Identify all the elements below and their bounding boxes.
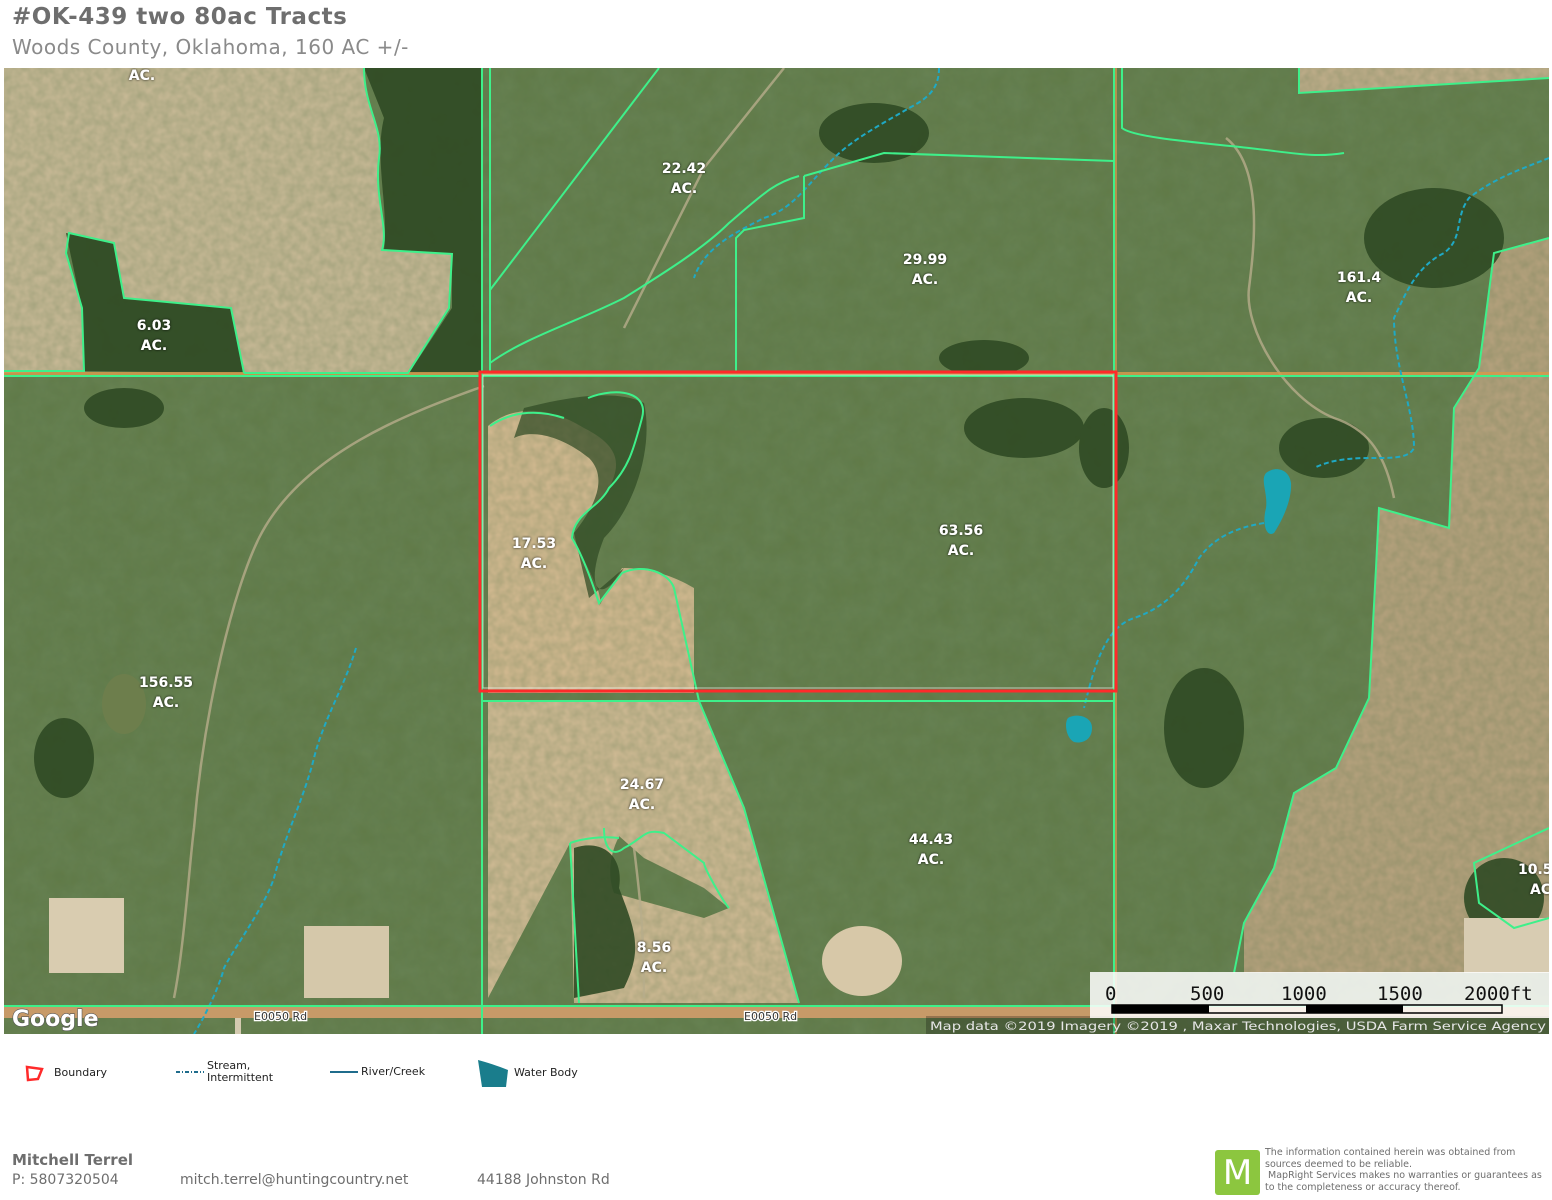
legend-water-body-label: Water Body: [514, 1066, 578, 1079]
svg-text:AC.: AC.: [629, 797, 655, 813]
svg-text:AC.: AC.: [948, 543, 974, 559]
agent-email[interactable]: mitch.terrel@huntingcountry.net: [180, 1172, 408, 1188]
map-subtitle: Woods County, Oklahoma, 160 AC +/-: [12, 35, 409, 59]
scale-tick-1000: 1000: [1281, 983, 1327, 1005]
well-pad-1: [49, 898, 124, 973]
legend-stream: Stream, Intermittent: [176, 1060, 273, 1084]
well-pad-3: [822, 926, 902, 996]
svg-text:AC.: AC.: [1346, 290, 1372, 306]
scale-tick-500: 500: [1190, 983, 1224, 1005]
agent-name: Mitchell Terrel: [12, 1151, 134, 1169]
agent-address: 44188 Johnston Rd: [477, 1172, 610, 1188]
road-label-west: E0050 Rd: [254, 1010, 307, 1023]
agent-phone: P: 5807320504: [12, 1172, 119, 1188]
svg-text:156.55: 156.55: [139, 675, 193, 691]
river-creek-icon: [330, 1071, 358, 1073]
well-pad-4: [1464, 918, 1549, 973]
scale-tick-1500: 1500: [1377, 983, 1423, 1005]
disclaimer-line-3: MapRight Services makes no warranties or…: [1265, 1170, 1542, 1181]
svg-text:AC.: AC.: [918, 852, 944, 868]
well-pad-2: [304, 926, 389, 998]
svg-text:22.42: 22.42: [662, 161, 706, 177]
disclaimer-line-4: to the completeness or accuracy thereof.: [1265, 1181, 1461, 1193]
legend-river: River/Creek: [330, 1066, 425, 1078]
svg-text:6.03: 6.03: [137, 318, 172, 334]
svg-text:AC.: AC.: [671, 181, 697, 197]
svg-text:AC: AC: [1530, 882, 1549, 898]
svg-text:161.4: 161.4: [1337, 270, 1382, 286]
svg-text:63.56: 63.56: [939, 523, 983, 539]
svg-text:24.67: 24.67: [620, 777, 664, 793]
svg-text:AC.: AC.: [141, 338, 167, 354]
disclaimer: The information contained herein was obt…: [1265, 1147, 1550, 1193]
svg-text:17.53: 17.53: [512, 536, 556, 552]
legend-water-body: Water Body: [476, 1058, 578, 1088]
legend-boundary: Boundary: [24, 1064, 107, 1082]
road-label-east: E0050 Rd: [744, 1010, 797, 1023]
svg-text:8.56: 8.56: [637, 940, 672, 956]
google-logo: Google: [12, 1007, 99, 1032]
scale-tick-2000ft: 2000ft: [1464, 983, 1533, 1005]
svg-text:AC.: AC.: [521, 556, 547, 572]
svg-text:44.43: 44.43: [909, 832, 953, 848]
parcel-top-left-unit: AC.: [129, 68, 155, 84]
map-title: #OK-439 two 80ac Tracts: [12, 4, 348, 30]
legend-stream-label-2: Intermittent: [207, 1071, 274, 1084]
boundary-icon: [25, 1065, 44, 1082]
svg-text:29.99: 29.99: [903, 252, 947, 268]
legend-boundary-label: Boundary: [54, 1066, 107, 1079]
svg-text:AC.: AC.: [641, 960, 667, 976]
attribution-text: Map data ©2019 Imagery ©2019 , Maxar Tec…: [930, 1019, 1546, 1033]
scale-bar: 0 500 1000 1500 2000ft: [1090, 972, 1549, 1018]
mapright-logo: M: [1215, 1150, 1260, 1195]
map-legend: Boundary Stream, Intermittent River/Cree…: [0, 1058, 1552, 1098]
svg-text:10.5: 10.5: [1518, 862, 1549, 878]
svg-text:AC.: AC.: [153, 695, 179, 711]
stream-intermittent-icon: [176, 1071, 204, 1073]
legend-river-label: River/Creek: [361, 1065, 426, 1078]
scale-tick-0: 0: [1105, 983, 1116, 1005]
disclaimer-line-1: The information contained herein was obt…: [1265, 1147, 1516, 1158]
satellite-map[interactable]: AC. 22.42 AC. 29.99 AC. 161.4 AC. 6.03 AC. 1…: [4, 68, 1549, 1034]
disclaimer-line-2: sources deemed to be reliable.: [1265, 1158, 1413, 1170]
svg-text:AC.: AC.: [912, 272, 938, 288]
water-body-icon: [478, 1060, 508, 1087]
